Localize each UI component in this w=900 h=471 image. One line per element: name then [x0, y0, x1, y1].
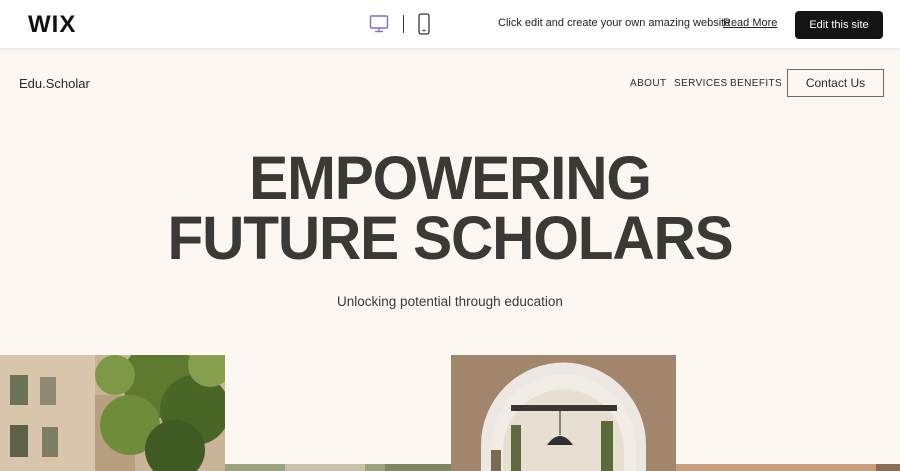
read-more-link[interactable]: Read More [723, 17, 777, 29]
mobile-icon[interactable] [417, 13, 431, 35]
wix-top-bar: WIX Click edit and create your own amazi… [0, 0, 900, 49]
building-trees-image [0, 355, 225, 471]
arch-interior-image [451, 355, 676, 471]
wix-promo-message: Click edit and create your own amazing w… [498, 17, 731, 29]
hero-title-line-1: EMPOWERING [249, 144, 652, 212]
gallery-image-2-edge [225, 461, 451, 471]
nav-services[interactable]: SERVICES [674, 78, 728, 89]
site-logo[interactable]: Edu.Scholar [19, 76, 90, 91]
hero-title: EMPOWERING FUTURE SCHOLARS [18, 144, 882, 272]
edit-site-button[interactable]: Edit this site [795, 11, 883, 39]
device-separator [403, 15, 404, 33]
hero-title-line-2: FUTURE SCHOLARS [167, 204, 733, 272]
contact-button[interactable]: Contact Us [787, 69, 884, 97]
hero-subtitle: Unlocking potential through education [337, 294, 563, 309]
nav-benefits[interactable]: BENEFITS [730, 78, 782, 89]
gallery-image-4-edge [676, 461, 900, 471]
desktop-icon[interactable] [369, 14, 389, 34]
nav-about[interactable]: ABOUT [630, 78, 666, 89]
wix-logo[interactable]: WIX [28, 11, 76, 39]
